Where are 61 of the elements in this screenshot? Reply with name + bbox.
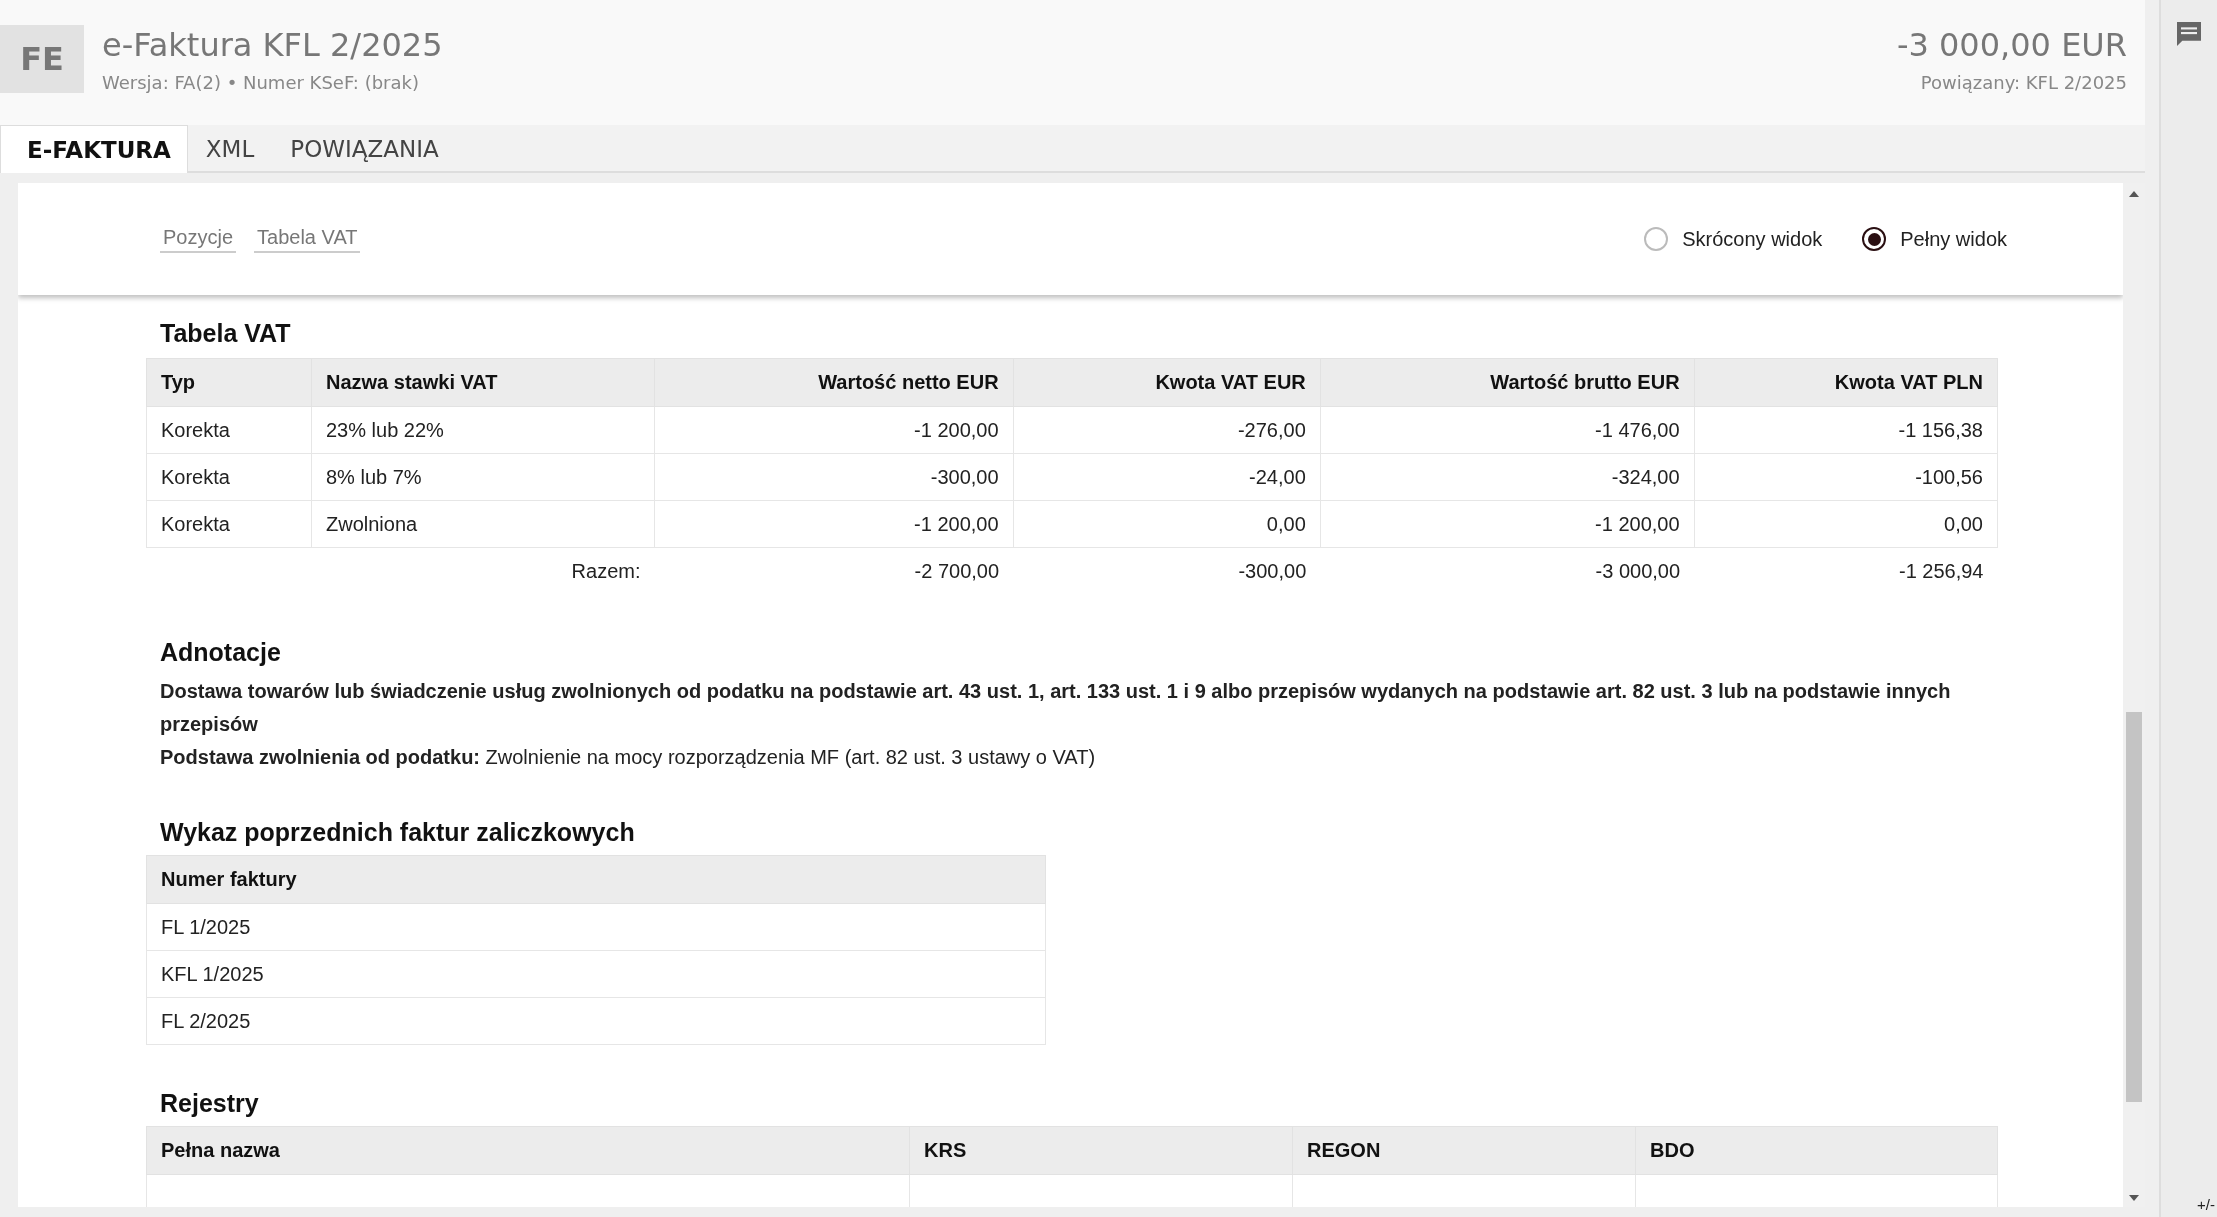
related-document: Powiązany: KFL 2/2025 <box>1919 72 2127 93</box>
column-header: Wartość netto EUR <box>654 358 1014 407</box>
total-cell: -300,00 <box>1013 547 1321 594</box>
table-cell: -1 200,00 <box>654 406 1014 454</box>
scroll-down-icon[interactable] <box>2129 1195 2139 1201</box>
table-cell: -300,00 <box>654 453 1014 501</box>
radio-button[interactable] <box>1644 227 1669 251</box>
column-header: Kwota VAT PLN <box>1694 358 1998 407</box>
view-option[interactable]: Skrócony widok <box>1644 227 1823 251</box>
table-cell: -1 156,38 <box>1694 406 1998 454</box>
annotation-text: Podstawa zwolnienia od podatku: Zwolnienie na mocy rozporządzenia MF (art. 82 ust. 3 ustawy o VAT) <box>160 745 1097 770</box>
table-cell: -276,00 <box>1013 406 1321 454</box>
table-cell: KFL 1/2025 <box>146 950 1046 998</box>
section-title: Tabela VAT <box>160 319 292 348</box>
column-header: Typ <box>146 358 312 407</box>
total-cell: -3 000,00 <box>1320 547 1695 594</box>
document-type-badge: FE <box>0 24 84 93</box>
table-cell: -1 200,00 <box>1320 500 1695 548</box>
table-cell: FL 1/2025 <box>146 903 1046 951</box>
tab[interactable]: XML <box>187 125 273 173</box>
total-amount: -3 000,00 EUR <box>1896 26 2127 64</box>
table-cell: -100,56 <box>1694 453 1998 501</box>
table-cell: 0,00 <box>1694 500 1998 548</box>
table-cell: -24,00 <box>1013 453 1321 501</box>
zoom-toggle[interactable]: +/- <box>2197 1196 2215 1213</box>
column-header: Wartość brutto EUR <box>1320 358 1695 407</box>
scrollbar-thumb[interactable] <box>2126 712 2142 1102</box>
radio-button[interactable] <box>1862 227 1887 251</box>
scroll-up-icon[interactable] <box>2129 191 2139 197</box>
table-cell: 0,00 <box>1013 500 1321 548</box>
document-title: e-Faktura KFL 2/2025 <box>102 26 444 64</box>
table-cell: 8% lub 7% <box>311 453 655 501</box>
table-cell: Korekta <box>146 406 312 454</box>
tab[interactable]: POWIĄZANIA <box>272 125 457 173</box>
table-cell: Zwolniona <box>311 500 655 548</box>
section-title: Wykaz poprzednich faktur zaliczkowych <box>160 818 636 847</box>
column-header: BDO <box>1635 1126 1998 1175</box>
section-link[interactable]: Tabela VAT <box>254 225 361 253</box>
column-header: KRS <box>909 1126 1293 1175</box>
table-cell: 23% lub 22% <box>311 406 655 454</box>
table-cell: Korekta <box>146 453 312 501</box>
section-title: Rejestry <box>160 1089 260 1118</box>
column-header: Nazwa stawki VAT <box>311 358 655 407</box>
table-cell: Korekta <box>146 500 312 548</box>
section-title: Adnotacje <box>160 638 282 667</box>
column-header: Kwota VAT EUR <box>1013 358 1321 407</box>
total-cell: -1 256,94 <box>1694 547 1998 594</box>
column-header: Numer faktury <box>146 855 1046 904</box>
tab[interactable]: E-FAKTURA <box>0 125 188 173</box>
table-cell: -324,00 <box>1320 453 1695 501</box>
total-label: Razem: <box>311 547 655 594</box>
document-subtitle: Wersja: FA(2) • Numer KSeF: (brak) <box>102 72 420 93</box>
total-cell: -2 700,00 <box>654 547 1014 594</box>
column-header: REGON <box>1292 1126 1636 1175</box>
column-header: Pełna nazwa <box>146 1126 910 1175</box>
section-link[interactable]: Pozycje <box>160 225 237 253</box>
table-cell: -1 476,00 <box>1320 406 1695 454</box>
annotation-text: Dostawa towarów lub świadczenie usług zwolnionych od podatku na podstawie art. 43 ust. 1, art. 133 ust. 1 i 9 albo przepisów wydanych na podstawie art. 82 ust. 3 lub na podstawie innych przepisów <box>160 679 1952 737</box>
view-option[interactable]: Pełny widok <box>1862 227 2007 251</box>
table-cell: -1 200,00 <box>654 500 1014 548</box>
table-cell: FL 2/2025 <box>146 997 1046 1045</box>
